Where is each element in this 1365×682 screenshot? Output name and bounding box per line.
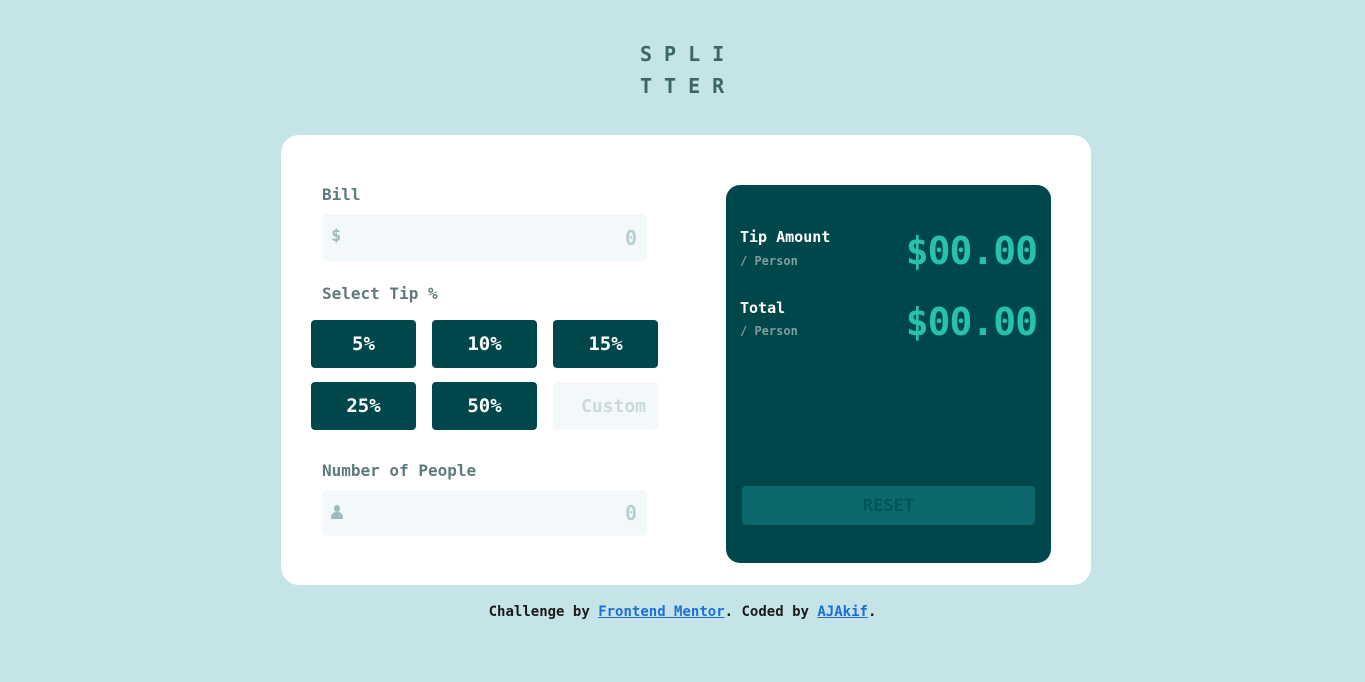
select-tip-label: Select Tip %: [322, 284, 438, 303]
reset-button[interactable]: RESET: [742, 486, 1035, 525]
people-field: [322, 490, 647, 536]
total-title: Total: [740, 299, 786, 317]
person-icon: [331, 505, 343, 521]
dollar-icon: $: [331, 226, 342, 246]
result-panel: Tip Amount / Person $00.00 Total / Perso…: [726, 185, 1051, 563]
logo-line-2: TTER: [640, 74, 737, 98]
tip-amount-subtitle: / Person: [740, 254, 798, 268]
total-value: $00.00: [905, 300, 1038, 344]
calculator-card: Bill $ Select Tip % 5% 10% 15% 25% 50% N…: [281, 135, 1091, 585]
footer-suffix: .: [867, 604, 877, 620]
people-label: Number of People: [322, 461, 477, 480]
tip-10-button[interactable]: 10%: [432, 320, 537, 368]
tip-15-button[interactable]: 15%: [553, 320, 658, 368]
footer-middle: . Coded by: [724, 604, 818, 620]
total-subtitle: / Person: [740, 324, 798, 338]
footer-prefix: Challenge by: [488, 604, 599, 620]
people-input[interactable]: [352, 490, 637, 536]
bill-label: Bill: [322, 185, 361, 204]
frontend-mentor-link[interactable]: Frontend Mentor: [598, 604, 724, 620]
app-logo: SPLI TTER: [640, 38, 740, 102]
footer-attribution: Challenge by Frontend Mentor. Coded by A…: [0, 604, 1365, 620]
tip-amount-title: Tip Amount: [740, 228, 831, 246]
tip-5-button[interactable]: 5%: [311, 320, 416, 368]
tip-amount-value: $00.00: [905, 229, 1038, 273]
custom-tip-input[interactable]: [553, 382, 658, 430]
bill-field: $: [322, 214, 647, 261]
logo-line-1: SPLI: [640, 42, 737, 66]
bill-input[interactable]: [352, 214, 637, 261]
tip-25-button[interactable]: 25%: [311, 382, 416, 430]
tip-50-button[interactable]: 50%: [432, 382, 537, 430]
author-link[interactable]: AJAkif: [817, 604, 868, 620]
